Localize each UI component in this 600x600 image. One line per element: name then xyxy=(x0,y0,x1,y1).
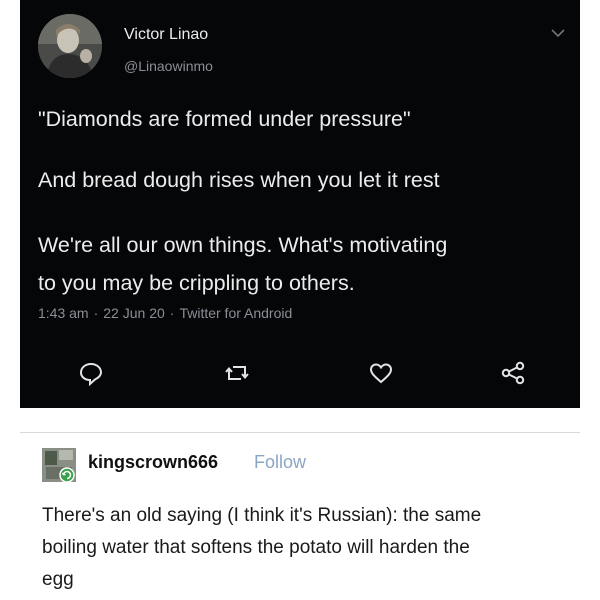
tweet-actions xyxy=(20,360,580,390)
reply-text-line: There's an old saying (I think it's Russ… xyxy=(42,505,482,526)
reply-text-line: boiling water that softens the potato wi… xyxy=(42,537,470,558)
meta-separator: · xyxy=(169,305,175,321)
avatar[interactable] xyxy=(42,448,76,482)
username[interactable]: kingscrown666 xyxy=(88,452,218,473)
chevron-down-icon[interactable] xyxy=(550,26,566,38)
display-name[interactable]: Victor Linao xyxy=(124,26,208,44)
reply-text-line: egg xyxy=(42,569,74,590)
reply-icon[interactable] xyxy=(78,360,104,386)
tweet-source[interactable]: Twitter for Android xyxy=(179,305,292,321)
heart-icon[interactable] xyxy=(368,360,394,386)
avatar[interactable] xyxy=(38,14,102,78)
follow-button[interactable]: Follow xyxy=(254,452,306,473)
divider xyxy=(20,432,580,433)
meta-separator: · xyxy=(93,305,99,321)
tweet-text-line: "Diamonds are formed under pressure" xyxy=(38,107,411,131)
tweet-time[interactable]: 1:43 am xyxy=(38,305,89,321)
meme-screenshot: Victor Linao @Linaowinmo "Diamonds are f… xyxy=(0,0,600,600)
retweet-icon[interactable] xyxy=(224,360,250,386)
tweet-text-line: to you may be crippling to others. xyxy=(38,271,355,295)
tweet-meta: 1:43 am · 22 Jun 20 · Twitter for Android xyxy=(38,305,292,321)
user-handle[interactable]: @Linaowinmo xyxy=(124,58,213,74)
tweet-text-line: And bread dough rises when you let it re… xyxy=(38,168,440,192)
share-icon[interactable] xyxy=(500,360,526,386)
tweet-date[interactable]: 22 Jun 20 xyxy=(103,305,165,321)
profile-photo-icon xyxy=(38,14,102,78)
user-avatar-icon xyxy=(42,448,76,482)
tweet-text-line: We're all our own things. What's motivat… xyxy=(38,233,448,257)
tweet-card: Victor Linao @Linaowinmo "Diamonds are f… xyxy=(20,0,580,408)
